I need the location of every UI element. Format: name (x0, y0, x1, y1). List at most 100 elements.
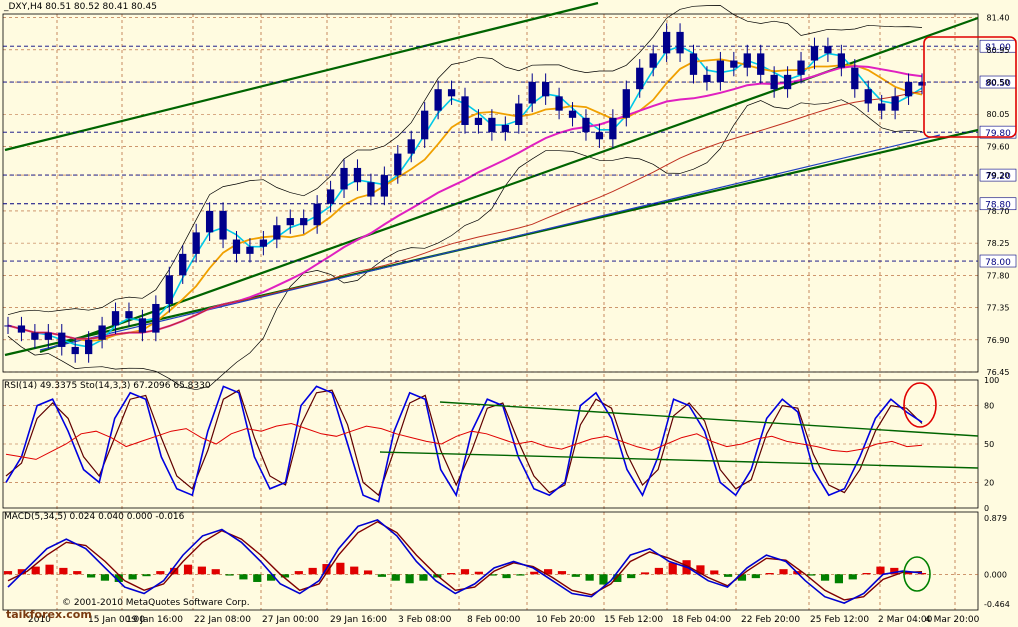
candle-body (757, 53, 765, 75)
macd-tick-label: 0.879 (984, 514, 1007, 523)
candle-body (340, 167, 348, 190)
macd-histogram-bar (31, 566, 40, 575)
candle-body (421, 110, 429, 140)
candle-body (622, 89, 630, 118)
macd-histogram-bar (668, 562, 677, 575)
candle-body (501, 124, 509, 133)
candle (542, 73, 550, 105)
candle-body (434, 89, 442, 111)
candle (716, 51, 725, 91)
candle-body (259, 239, 268, 247)
time-tick-label: 29 Jan 16:00 (330, 615, 387, 625)
macd-histogram-bar (765, 573, 774, 575)
candle-body (380, 175, 388, 197)
chart-title: _DXY,H4 80.51 80.52 80.41 80.45 (4, 2, 157, 12)
candle-body (31, 332, 39, 340)
rsi-tick-label: 0 (984, 504, 989, 513)
candle-body (447, 89, 456, 97)
macd-histogram-bar (627, 574, 636, 579)
candle (125, 302, 133, 327)
stochastic-signal-line (5, 389, 923, 497)
candle (636, 59, 644, 98)
macd-label: MACD(5,34,5) 0.024 0.040 0.000 -0.016 (4, 512, 185, 522)
candle (730, 51, 738, 77)
candle (904, 73, 913, 105)
candle (676, 23, 684, 62)
candle-body (488, 117, 496, 133)
rsi-tick-label: 20 (984, 478, 994, 487)
candle-body (313, 203, 321, 226)
candle (259, 230, 268, 256)
macd-histogram-bar (751, 574, 760, 579)
rsi-trend-line (379, 451, 979, 469)
candle (179, 245, 187, 284)
candle-body (676, 31, 684, 54)
candle-body (904, 82, 913, 97)
macd-histogram-bar (183, 564, 193, 575)
candle-body (4, 325, 12, 327)
chart-canvas: 81.0080.5079.8079.2078.8078.00 81.40 80.9… (2, 1, 1017, 625)
macd-histogram-bar (710, 570, 719, 575)
time-tick-label: 10 Feb 20:00 (536, 615, 595, 625)
macd-histogram-bar (197, 566, 206, 575)
macd-tick-label: -0.464 (984, 600, 1010, 609)
macd-histogram-bar (156, 571, 165, 575)
time-tick-label: 3 Feb 08:00 (398, 615, 452, 625)
candle-body (528, 82, 536, 104)
candle (501, 116, 509, 141)
candle-body (58, 332, 66, 347)
trend-lines (4, 1, 979, 357)
candle-body (326, 189, 335, 204)
candle (515, 94, 523, 134)
candle (367, 173, 375, 206)
rsi-tick-label: 50 (984, 440, 994, 449)
macd-histogram-bar (239, 574, 248, 580)
candle-body (246, 246, 254, 254)
time-tick-label: 15 Feb 12:00 (604, 615, 663, 625)
price-levels: 81.0080.5079.8079.2078.8078.00 (3, 39, 1017, 268)
macd-histogram-bar (585, 574, 594, 581)
level-label: 78.00 (985, 258, 1011, 268)
macd-histogram-bar (308, 567, 317, 575)
time-tick-label: 8 Feb 00:00 (467, 615, 521, 625)
macd-histogram-bar (86, 574, 96, 578)
candle-body (542, 82, 550, 97)
candle-body (44, 332, 52, 340)
candle-body (878, 103, 886, 111)
macd-histogram-bar (502, 574, 511, 579)
macd-histogram-bar (848, 574, 857, 580)
candle-body (152, 303, 160, 333)
candle-body (273, 225, 281, 240)
candle (824, 37, 832, 62)
price-tick-label: 80.05 (987, 110, 1010, 119)
candle-body (595, 132, 604, 140)
candle-body (205, 210, 214, 233)
candle (582, 109, 590, 141)
candle-body (219, 210, 227, 240)
time-tick-label: 25 Feb 12:00 (810, 615, 869, 625)
copyright-text: © 2001-2010 MetaQuotes Software Corp. (62, 598, 250, 608)
candle-body (165, 275, 173, 304)
candle-body (461, 96, 469, 125)
time-tick-label: 27 Jan 00:00 (262, 615, 319, 625)
macd-histogram-bar (225, 574, 234, 576)
candle-body (891, 96, 899, 111)
candle (609, 109, 617, 148)
pane-border (2, 13, 979, 373)
macd-histogram-bar (363, 570, 373, 575)
candle-body (851, 67, 859, 90)
macd-histogram-bar (876, 566, 885, 575)
time-tick-label: 4 Mar 20:00 (925, 615, 980, 625)
price-tick-label: 80.95 (987, 46, 1010, 55)
macd-histogram-bar (530, 571, 539, 575)
candle (31, 324, 39, 349)
rsi-label: RSI(14) 49.3375 Sto(14,3,3) 67.2096 65.8… (4, 381, 211, 391)
candle (17, 316, 26, 342)
candle-body (407, 139, 415, 154)
price-tick-label: 79.20 (987, 171, 1010, 180)
candle-body (111, 311, 120, 326)
macd-histogram-bar (294, 571, 303, 575)
price-tick-label: 78.70 (987, 207, 1010, 216)
candle-body (474, 117, 483, 125)
candle-body (730, 60, 738, 68)
